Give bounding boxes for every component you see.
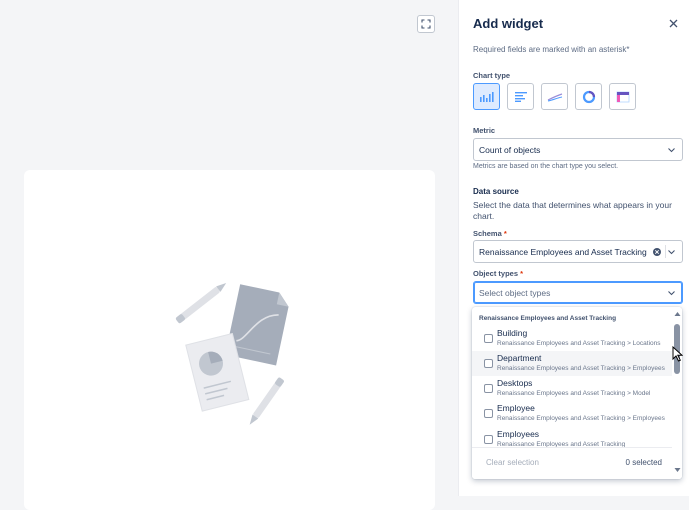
list-item[interactable]: Desktops Renaissance Employees and Asset… bbox=[472, 376, 672, 401]
chart-type-line-button[interactable] bbox=[541, 83, 568, 110]
list-item-name: Building bbox=[497, 328, 528, 338]
checkbox[interactable] bbox=[484, 334, 493, 343]
close-icon bbox=[669, 19, 677, 27]
column-chart-icon bbox=[479, 91, 494, 102]
donut-chart-icon bbox=[582, 90, 595, 103]
list-item-name: Employee bbox=[497, 403, 535, 413]
expand-icon bbox=[421, 19, 431, 29]
data-source-title: Data source bbox=[473, 187, 519, 196]
dropdown-scrollbar[interactable] bbox=[672, 307, 682, 479]
list-item-path: Renaissance Employees and Asset Tracking… bbox=[497, 365, 665, 372]
checkbox[interactable] bbox=[484, 384, 493, 393]
table-chart-icon bbox=[616, 91, 629, 102]
widget-preview-area bbox=[0, 0, 458, 510]
scroll-up-arrow-icon[interactable] bbox=[674, 311, 681, 317]
preview-card bbox=[24, 170, 435, 510]
object-types-select[interactable]: Select object types bbox=[473, 281, 683, 304]
dropdown-group-label: Renaissance Employees and Asset Tracking bbox=[479, 315, 617, 322]
list-item[interactable]: Department Renaissance Employees and Ass… bbox=[472, 351, 672, 376]
schema-select-value: Renaissance Employees and Asset Tracking bbox=[479, 246, 647, 257]
checkbox[interactable] bbox=[484, 409, 493, 418]
object-types-placeholder: Select object types bbox=[479, 287, 551, 298]
list-item-name: Department bbox=[497, 353, 542, 363]
schema-select[interactable]: Renaissance Employees and Asset Tracking bbox=[473, 240, 683, 263]
clear-selection-button[interactable]: Clear selection bbox=[486, 458, 539, 467]
object-types-dropdown: Renaissance Employees and Asset Tracking… bbox=[472, 307, 682, 479]
data-source-description: Select the data that determines what app… bbox=[473, 200, 672, 221]
bar-chart-icon bbox=[514, 92, 527, 102]
chart-type-table-button[interactable] bbox=[609, 83, 636, 110]
line-chart-icon bbox=[547, 92, 562, 101]
chevron-down-icon bbox=[668, 291, 675, 296]
metric-select-value: Count of objects bbox=[479, 144, 541, 155]
list-item[interactable]: Building Renaissance Employees and Asset… bbox=[472, 326, 672, 351]
list-item-path: Renaissance Employees and Asset Tracking… bbox=[497, 390, 651, 397]
metric-label: Metric bbox=[473, 126, 496, 135]
close-button[interactable] bbox=[665, 15, 681, 31]
metric-select[interactable]: Count of objects bbox=[473, 138, 683, 161]
clear-icon[interactable] bbox=[652, 247, 662, 257]
chart-type-column-button[interactable] bbox=[473, 83, 500, 110]
chevron-down-icon bbox=[668, 250, 675, 255]
chart-type-label: Chart type bbox=[473, 71, 511, 80]
chart-type-selector bbox=[473, 83, 636, 110]
empty-chart-illustration bbox=[175, 282, 289, 425]
panel-title: Add widget bbox=[473, 16, 544, 31]
list-item-path: Renaissance Employees and Asset Tracking… bbox=[497, 340, 661, 347]
checkbox[interactable] bbox=[484, 435, 493, 444]
metric-helper-text: Metrics are based on the chart type you … bbox=[473, 163, 619, 170]
list-item[interactable]: Employee Renaissance Employees and Asset… bbox=[472, 401, 672, 426]
schema-label: Schema * bbox=[473, 229, 507, 238]
checkbox[interactable] bbox=[484, 359, 493, 368]
selected-count: 0 selected bbox=[625, 458, 662, 467]
dropdown-footer: Clear selection 0 selected bbox=[472, 447, 672, 479]
list-item-name: Employees bbox=[497, 429, 540, 439]
chevron-down-icon bbox=[668, 148, 675, 153]
chart-type-donut-button[interactable] bbox=[575, 83, 602, 110]
list-item-path: Renaissance Employees and Asset Tracking… bbox=[497, 415, 665, 422]
scroll-down-arrow-icon[interactable] bbox=[674, 467, 681, 473]
mouse-cursor-icon bbox=[672, 346, 683, 362]
object-types-label: Object types * bbox=[473, 269, 524, 278]
list-item-name: Desktops bbox=[497, 378, 533, 388]
chart-type-bar-button[interactable] bbox=[507, 83, 534, 110]
fullscreen-button[interactable] bbox=[417, 15, 435, 33]
select-separator bbox=[665, 245, 666, 258]
required-fields-note: Required fields are marked with an aster… bbox=[473, 45, 630, 54]
